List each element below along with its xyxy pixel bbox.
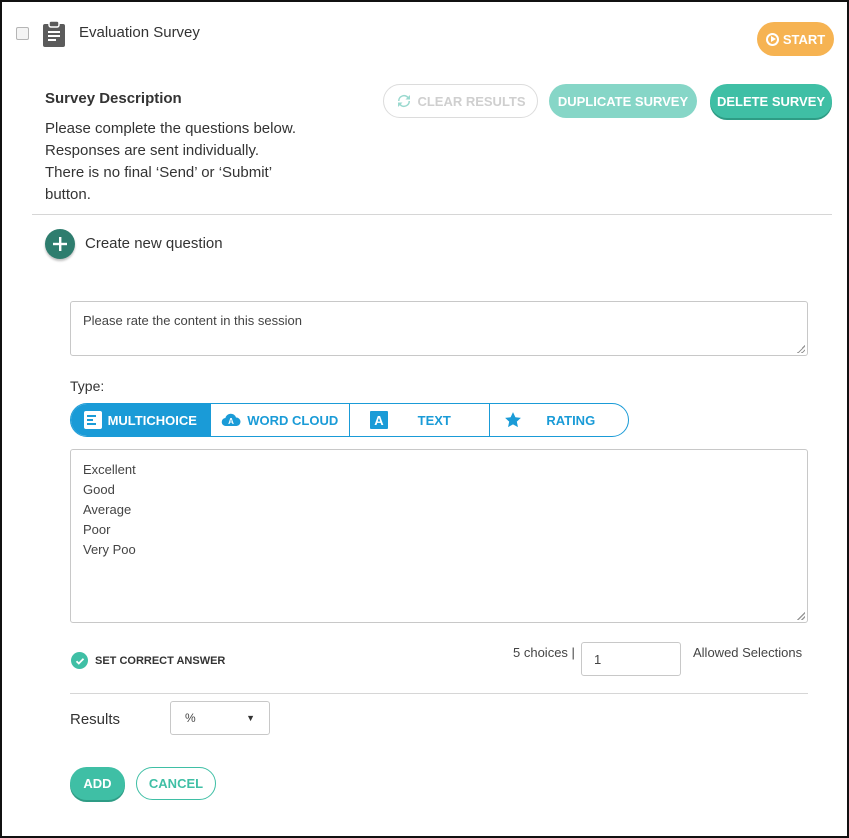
survey-description-heading: Survey Description bbox=[45, 90, 182, 107]
cancel-button[interactable]: CANCEL bbox=[136, 767, 216, 800]
choice-item: Excellent bbox=[83, 462, 136, 477]
type-option-label: TEXT bbox=[417, 412, 451, 428]
check-circle-icon bbox=[71, 652, 88, 669]
delete-survey-button[interactable]: DELETE SURVEY bbox=[710, 84, 832, 118]
type-option-label: MULTICHOICE bbox=[107, 412, 197, 428]
section-divider bbox=[32, 214, 832, 215]
choices-count: 5 choices | bbox=[513, 645, 575, 660]
play-circle-icon bbox=[765, 32, 779, 46]
choices-textarea[interactable]: Excellent Good Average Poor Very Poo bbox=[70, 449, 808, 623]
plus-icon bbox=[53, 237, 67, 251]
resize-handle-icon[interactable] bbox=[797, 612, 805, 620]
add-button[interactable]: ADD bbox=[70, 767, 125, 800]
survey-select-checkbox[interactable] bbox=[16, 27, 29, 40]
create-question-label: Create new question bbox=[85, 235, 223, 252]
multichoice-icon bbox=[83, 411, 102, 429]
duplicate-survey-button[interactable]: DUPLICATE SURVEY bbox=[549, 84, 697, 118]
caret-down-icon: ▼ bbox=[246, 713, 255, 723]
type-label: Type: bbox=[70, 378, 105, 394]
refresh-icon bbox=[398, 95, 411, 107]
description-line: There is no final ‘Send’ or ‘Submit’ bbox=[45, 164, 273, 181]
type-option-label: RATING bbox=[546, 412, 596, 428]
results-format-value: % bbox=[185, 711, 196, 725]
text-icon: A bbox=[369, 411, 388, 429]
star-icon bbox=[505, 412, 522, 428]
clear-results-label: CLEAR RESULTS bbox=[417, 93, 526, 109]
type-option-word-cloud[interactable]: A WORD CLOUD bbox=[209, 404, 350, 436]
question-text-value: Please rate the content in this session bbox=[83, 313, 302, 328]
type-option-multichoice[interactable]: MULTICHOICE bbox=[71, 404, 210, 436]
clear-results-button[interactable]: CLEAR RESULTS bbox=[383, 84, 538, 118]
results-label: Results bbox=[70, 711, 121, 728]
section-divider bbox=[70, 693, 808, 694]
survey-title: Evaluation Survey bbox=[79, 24, 200, 41]
type-option-text[interactable]: A TEXT bbox=[349, 404, 489, 436]
clipboard-icon bbox=[43, 21, 65, 47]
allowed-selections-input[interactable] bbox=[581, 642, 681, 676]
start-button-label: START bbox=[782, 31, 826, 47]
choice-item: Very Poo bbox=[83, 542, 136, 557]
start-button[interactable]: START bbox=[757, 22, 834, 56]
question-type-selector: MULTICHOICE A WORD CLOUD A TEXT RATING bbox=[70, 403, 629, 437]
svg-text:A: A bbox=[374, 413, 384, 428]
choice-item: Poor bbox=[83, 522, 111, 537]
set-correct-answer-toggle[interactable]: SET CORRECT ANSWER bbox=[71, 652, 225, 669]
results-format-select[interactable]: % ▼ bbox=[170, 701, 270, 735]
survey-panel: Evaluation Survey START Survey Descripti… bbox=[0, 0, 849, 838]
choice-item: Average bbox=[83, 502, 132, 517]
word-cloud-icon: A bbox=[221, 413, 241, 427]
create-question-button[interactable] bbox=[45, 229, 75, 259]
choice-item: Good bbox=[83, 482, 115, 497]
type-option-label: WORD CLOUD bbox=[247, 412, 339, 428]
allowed-selections-label: Allowed Selections bbox=[693, 645, 803, 660]
svg-text:A: A bbox=[228, 417, 234, 426]
resize-handle-icon[interactable] bbox=[797, 345, 805, 353]
question-text-input[interactable]: Please rate the content in this session bbox=[70, 301, 808, 356]
type-option-rating[interactable]: RATING bbox=[488, 404, 629, 436]
description-line: Please complete the questions below. bbox=[45, 120, 296, 137]
description-line: button. bbox=[45, 186, 91, 203]
set-correct-answer-label: SET CORRECT ANSWER bbox=[95, 654, 226, 667]
description-line: Responses are sent individually. bbox=[45, 142, 260, 159]
